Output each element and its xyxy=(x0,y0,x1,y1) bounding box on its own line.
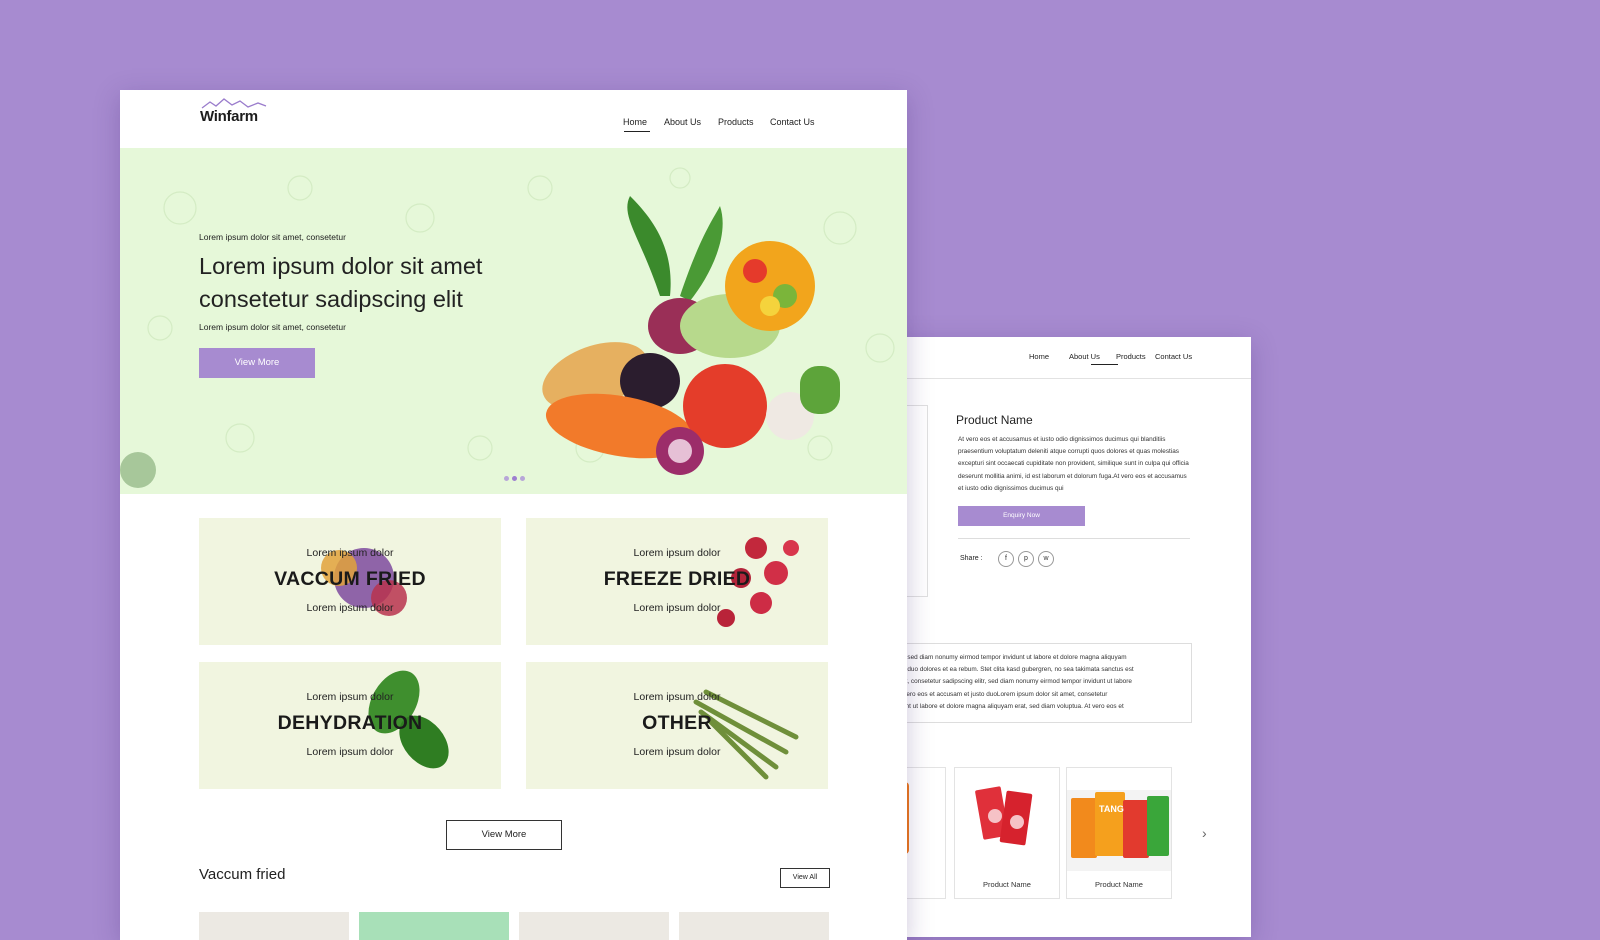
product-description: At vero eos et accusamus et iusto odio d… xyxy=(958,436,1189,492)
category-top-text: Lorem ipsum dolor xyxy=(306,547,394,559)
category-name: FREEZE DRIED xyxy=(603,568,751,590)
product-detail-page: Home About Us Products Contact Us Produc… xyxy=(880,337,1251,937)
category-bottom-text: Lorem ipsum dolor xyxy=(306,602,394,614)
chevron-right-icon[interactable]: › xyxy=(1202,825,1207,841)
nav-divider xyxy=(880,378,1251,379)
section-title: Vaccum fried xyxy=(199,866,286,883)
category-bottom-text: Lorem ipsum dolor xyxy=(306,746,394,758)
nav-products[interactable]: Products xyxy=(718,117,754,127)
carousel-dot[interactable] xyxy=(520,476,525,481)
category-bottom-text: Lorem ipsum dolor xyxy=(633,602,721,614)
category-top-text: Lorem ipsum dolor xyxy=(306,691,394,703)
category-card-other[interactable]: Lorem ipsum dolor OTHER Lorem ipsum dolo… xyxy=(526,662,828,789)
nav-home[interactable]: Home xyxy=(623,117,647,127)
product-thumbnail[interactable] xyxy=(359,912,509,940)
share-label: Share : xyxy=(960,555,983,562)
product-image xyxy=(955,768,1059,871)
long-description-box: ng elitr, sed diam nonumy eirmod tempor … xyxy=(880,643,1192,723)
enquiry-now-button[interactable]: Enquiry Now xyxy=(958,506,1085,526)
category-top-text: Lorem ipsum dolor xyxy=(633,547,721,559)
facebook-icon[interactable]: f xyxy=(998,551,1014,567)
view-all-button[interactable]: View All xyxy=(780,868,830,888)
nav-products[interactable]: Products xyxy=(1116,352,1146,361)
back-nav: Home About Us Products Contact Us xyxy=(880,352,1251,372)
home-page: Winfarm Home About Us Products Contact U… xyxy=(120,90,907,940)
nav-active-underline xyxy=(1091,364,1118,365)
product-name: Product Name xyxy=(956,413,1033,427)
category-name: VACCUM FRIED xyxy=(274,568,426,590)
hero-view-more-button[interactable]: View More xyxy=(199,348,315,378)
hero-banner: Lorem ipsum dolor sit amet, consetetur L… xyxy=(120,148,907,494)
logo-text: Winfarm xyxy=(200,108,258,125)
cabbage-icon xyxy=(120,452,156,488)
svg-text:TANG: TANG xyxy=(1099,804,1124,814)
nav-about-us[interactable]: About Us xyxy=(1069,352,1100,361)
carousel-dot[interactable] xyxy=(504,476,509,481)
nav-contact-us[interactable]: Contact Us xyxy=(1155,352,1192,361)
product-label: Product Name xyxy=(983,880,1031,889)
nav-contact-us[interactable]: Contact Us xyxy=(770,117,815,127)
pinterest-icon[interactable]: p xyxy=(1018,551,1034,567)
product-card[interactable]: TANG Product Name xyxy=(1066,767,1172,899)
whatsapp-icon[interactable]: w xyxy=(1038,551,1054,567)
nav-about-us[interactable]: About Us xyxy=(664,117,701,127)
carousel-dot-active[interactable] xyxy=(512,476,517,481)
view-more-button[interactable]: View More xyxy=(446,820,562,850)
nav-active-underline xyxy=(624,131,650,132)
vegetables-hero-image xyxy=(542,196,840,475)
category-top-text: Lorem ipsum dolor xyxy=(633,691,721,703)
category-card-freeze-dried[interactable]: Lorem ipsum dolor FREEZE DRIED Lorem ips… xyxy=(526,518,828,645)
product-image: TANG xyxy=(1067,768,1171,871)
category-name: OTHER xyxy=(642,712,712,734)
hero-title: Lorem ipsum dolor sit amet consetetur sa… xyxy=(199,253,483,312)
product-label: Product Name xyxy=(1095,880,1143,889)
category-card-dehydration[interactable]: Lorem ipsum dolor DEHYDRATION Lorem ipsu… xyxy=(199,662,501,789)
hero-subtitle: Lorem ipsum dolor sit amet, consetetur xyxy=(199,322,346,332)
product-thumbnail[interactable] xyxy=(519,912,669,940)
category-bottom-text: Lorem ipsum dolor xyxy=(633,746,721,758)
long-description-text: ng elitr, sed diam nonumy eirmod tempor … xyxy=(885,654,1134,710)
carousel-dots[interactable] xyxy=(504,468,528,486)
product-thumbnail[interactable] xyxy=(679,912,829,940)
category-name: DEHYDRATION xyxy=(277,712,423,734)
category-card-vaccum-fried[interactable]: Lorem ipsum dolor VACCUM FRIED Lorem ips… xyxy=(199,518,501,645)
winfarm-logo[interactable]: Winfarm xyxy=(200,96,270,128)
product-card[interactable]: Product Name xyxy=(954,767,1060,899)
divider xyxy=(958,538,1190,539)
hero-eyebrow: Lorem ipsum dolor sit amet, consetetur xyxy=(199,232,346,242)
product-thumbnail[interactable] xyxy=(199,912,349,940)
nav-home[interactable]: Home xyxy=(1029,352,1049,361)
